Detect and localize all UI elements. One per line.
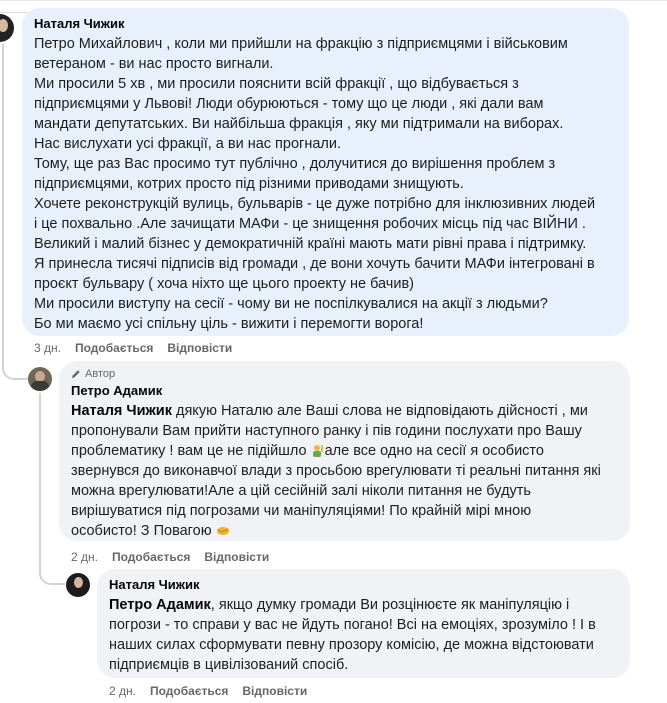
reply-button[interactable]: Відповісти bbox=[167, 341, 232, 355]
comment-author[interactable]: Наталя Чижик bbox=[34, 16, 617, 32]
author-badge-label: Автор bbox=[85, 368, 116, 380]
comment-line: підприємцями, котрих просто під різними … bbox=[34, 176, 464, 192]
top-divider bbox=[0, 0, 667, 1]
comment-text: Петро Михайлович , коли ми прийшли на фр… bbox=[34, 34, 617, 334]
comment-bubble: Наталя Чижик Петро Адамик, якщо думку гр… bbox=[97, 569, 630, 678]
comment-line: дякую Наталю але Ваші слова не відповіда… bbox=[171, 403, 588, 419]
comment-line: Петро Михайлович , коли ми прийшли на фр… bbox=[34, 36, 568, 52]
avatar[interactable] bbox=[0, 14, 14, 42]
comment-time[interactable]: 2 дн. bbox=[109, 684, 136, 698]
comment-author[interactable]: Наталя Чижик bbox=[109, 577, 618, 593]
avatar[interactable] bbox=[66, 573, 90, 597]
thread-line bbox=[2, 44, 4, 362]
pencil-icon bbox=[72, 370, 80, 378]
comment-line: але все одно на сесії я особисто bbox=[324, 443, 544, 459]
handshake-emoji-icon bbox=[216, 527, 229, 535]
comment-line: підприємців в цивілізований спосіб. bbox=[109, 657, 349, 673]
comment-text: Петро Адамик, якщо думку громади Ви розц… bbox=[109, 595, 618, 675]
comment-line: проєкт бульвару ( хоча ніхто ще цього пр… bbox=[34, 276, 414, 292]
mention-link[interactable]: Наталя Чижик bbox=[71, 403, 172, 419]
reply-button[interactable]: Відповісти bbox=[204, 550, 269, 564]
comment-line: Ми просили виступу на сесії - чому ви не… bbox=[34, 296, 548, 312]
comment-text: Наталя Чижик дякую Наталю але Ваші слова… bbox=[71, 401, 618, 541]
comment-line: підприємцями у Львові! Люди обурюються -… bbox=[34, 96, 544, 112]
comment-actions: 2 дн. Подобається Відповісти bbox=[109, 684, 307, 698]
thread-connector bbox=[39, 566, 65, 585]
comment-bubble: Автор Петро Адамик Наталя Чижик дякую На… bbox=[59, 361, 630, 541]
comment-bubble: Наталя Чижик Петро Михайлович , коли ми … bbox=[22, 8, 629, 336]
comment-author[interactable]: Петро Адамик bbox=[71, 383, 618, 399]
comment-line: Нас вислухати усі фракції, а ви нас прог… bbox=[34, 136, 341, 152]
like-button[interactable]: Подобається bbox=[75, 341, 153, 355]
comment-time[interactable]: 3 дн. bbox=[34, 341, 61, 355]
comment-line: Я принесла тисячі підписів від громади ,… bbox=[34, 256, 595, 272]
comment-line: вирішуватися під погрозами чи маніпуляці… bbox=[71, 503, 532, 519]
thread-connector bbox=[2, 362, 28, 380]
comment-line: ветераном - ви нас просто вигнали. bbox=[34, 56, 274, 72]
comment-line: пропонували Вам прийти наступного ранку … bbox=[71, 423, 582, 439]
comment-line: Хочете реконструкцій вулиць, бульварів -… bbox=[34, 196, 596, 212]
comment-line: можна врегулювати!Але а цій сесійній зал… bbox=[71, 483, 531, 499]
comment-time[interactable]: 2 дн. bbox=[71, 550, 98, 564]
comment-actions: 2 дн. Подобається Відповісти bbox=[71, 550, 269, 564]
comment-line: , якщо думку громади Ви розцінюєте як ма… bbox=[210, 597, 570, 613]
comment-line: Ми просили 5 хв , ми просили пояснити вс… bbox=[34, 76, 519, 92]
comment-line: Великий і малий бізнес у демократичній к… bbox=[34, 236, 587, 252]
comment-line: звернувся до виконавчої влади з просьбою… bbox=[71, 463, 601, 479]
like-button[interactable]: Подобається bbox=[150, 684, 228, 698]
comment-line: проблематику ! вам це не підійшло bbox=[71, 443, 311, 459]
thread-line bbox=[39, 393, 41, 573]
avatar[interactable] bbox=[28, 367, 52, 391]
mention-link[interactable]: Петро Адамик bbox=[109, 597, 211, 613]
like-button[interactable]: Подобається bbox=[112, 550, 190, 564]
comment-line: наших силах сформувати певну прозору ком… bbox=[109, 637, 594, 653]
comment-actions: 3 дн. Подобається Відповісти bbox=[34, 341, 232, 355]
comment-line: Тому, ще раз Вас просимо тут публічно , … bbox=[34, 156, 556, 172]
comment-line: Бо ми маємо усі спільну ціль - вижити і … bbox=[34, 316, 424, 332]
comment-line: особисто! З Повагою bbox=[71, 523, 216, 539]
reply-button[interactable]: Відповісти bbox=[242, 684, 307, 698]
comment-line: погрози - то справи у вас не йдуть поган… bbox=[109, 617, 596, 633]
author-badge: Автор bbox=[71, 367, 618, 381]
comment-line: мандати депутатських. Ви найбільша фракц… bbox=[34, 116, 564, 132]
person-raising-hand-emoji-icon bbox=[312, 445, 323, 457]
comment-line: і це похвально .Але зачищати МАФи - це з… bbox=[34, 216, 586, 232]
